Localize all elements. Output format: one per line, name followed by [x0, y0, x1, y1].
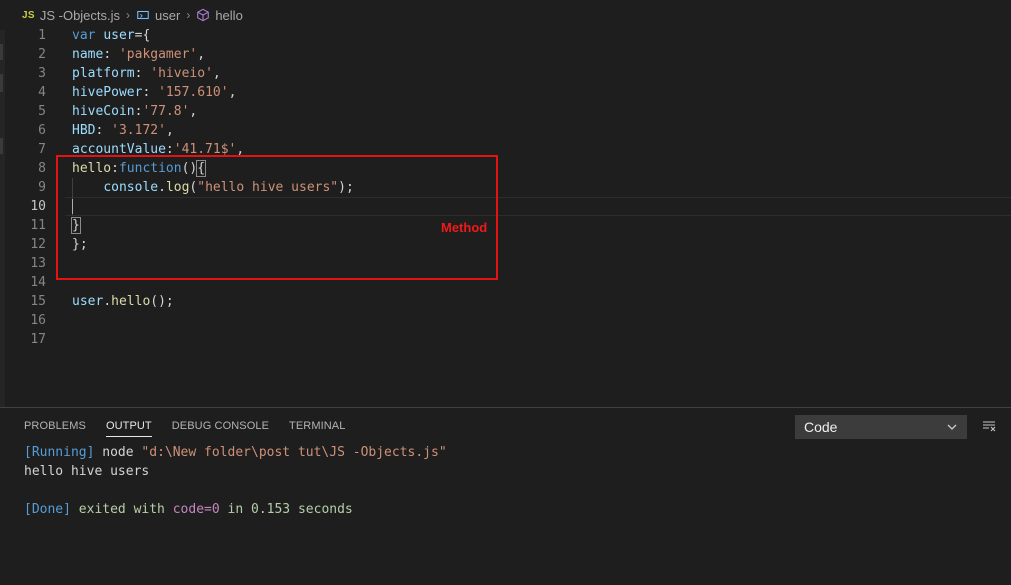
code-text: hivePower: '157.610',	[72, 83, 236, 102]
running-tag: [Running]	[24, 445, 95, 460]
code-text: name: 'pakgamer',	[72, 45, 205, 64]
code-token: '3.172'	[111, 123, 166, 138]
done-time: 0.153	[251, 502, 291, 517]
breadcrumb-file-label: JS -Objects.js	[39, 7, 121, 23]
code-token: ,	[165, 123, 174, 138]
code-text: user.hello();	[72, 292, 174, 311]
line-number: 17	[30, 332, 46, 347]
code-token: '77.8'	[142, 104, 190, 119]
symbol-method-icon	[197, 8, 210, 22]
code-line: 15 user.hello();	[5, 292, 1011, 311]
running-command: node	[94, 445, 142, 460]
line-number: 4	[38, 85, 46, 100]
symbol-variable-icon	[137, 10, 149, 20]
panel-tabs: PROBLEMS OUTPUT DEBUG CONSOLE TERMINAL	[24, 420, 365, 437]
code-token: user	[72, 294, 104, 309]
line-number: 16	[30, 313, 46, 328]
code-token: ();	[150, 294, 174, 309]
line-number: 13	[30, 256, 46, 271]
breadcrumb-object[interactable]: user	[136, 8, 180, 23]
bottom-panel: PROBLEMS OUTPUT DEBUG CONSOLE TERMINAL C…	[0, 407, 1011, 585]
code-token: .	[103, 294, 112, 309]
code-token: :	[103, 47, 119, 62]
tab-debug-console[interactable]: DEBUG CONSOLE	[172, 420, 269, 437]
code-token: :	[142, 85, 159, 100]
done-text-seconds: seconds	[290, 502, 353, 517]
output-result-line: hello hive users	[24, 464, 150, 479]
line-number: 11	[30, 218, 46, 233]
line-number: 3	[38, 66, 46, 81]
done-tag: [Done]	[24, 502, 71, 517]
line-number: 8	[38, 161, 46, 176]
code-token: '157.610'	[158, 85, 229, 100]
line-number: 7	[38, 142, 46, 157]
code-token: 'hiveio'	[150, 66, 213, 81]
code-line: 1 var user={	[5, 26, 1011, 45]
code-text: var user={	[72, 26, 150, 45]
code-token: hello	[111, 294, 151, 309]
line-number: 6	[38, 123, 46, 138]
output-channel-value: Code	[804, 419, 838, 435]
code-token: ,	[197, 47, 206, 62]
line-number: 5	[38, 104, 46, 119]
code-line: 17	[5, 330, 1011, 349]
code-token: name	[72, 47, 104, 62]
code-line: 2 name: 'pakgamer',	[5, 45, 1011, 64]
breadcrumb-object-label: user	[155, 7, 181, 23]
line-number: 9	[38, 180, 46, 195]
code-token: 'pakgamer'	[118, 47, 198, 62]
tab-problems[interactable]: PROBLEMS	[24, 420, 86, 437]
clear-output-icon[interactable]	[982, 420, 996, 432]
line-number: 14	[30, 275, 46, 290]
code-line: 4 hivePower: '157.610',	[5, 83, 1011, 102]
code-token: platform	[72, 66, 135, 81]
line-number: 12	[30, 237, 46, 252]
code-token: hiveCoin	[72, 104, 135, 119]
code-text: platform: 'hiveio',	[72, 64, 221, 83]
output-running-line: [Running] node "d:\New folder\post tut\J…	[24, 443, 447, 462]
code-line: 3 platform: 'hiveio',	[5, 64, 1011, 83]
code-token: :	[134, 66, 151, 81]
code-token: ,	[212, 66, 221, 81]
code-token: ,	[228, 85, 237, 100]
code-token: ,	[189, 104, 198, 119]
line-number: 1	[38, 28, 46, 43]
code-text: HBD: '3.172',	[72, 121, 174, 140]
running-path: "d:\New folder\post tut\JS -Objects.js"	[141, 445, 447, 460]
code-token: hivePower	[72, 85, 143, 100]
code-text: hiveCoin:'77.8',	[72, 102, 197, 121]
code-token: ={	[134, 28, 151, 43]
code-token: :	[95, 123, 112, 138]
code-token: var	[72, 28, 104, 43]
method-highlight-box	[56, 155, 498, 280]
method-annotation-label: Method	[441, 220, 488, 235]
done-text-in: in	[219, 502, 251, 517]
code-line: 6 HBD: '3.172',	[5, 121, 1011, 140]
done-exit-code: code=0	[172, 502, 220, 517]
breadcrumb-file[interactable]: JS JS -Objects.js	[22, 8, 120, 23]
code-line: 16	[5, 311, 1011, 330]
done-text-exited: exited with	[70, 502, 173, 517]
chevron-right-icon: ›	[186, 8, 191, 22]
code-token: user	[103, 28, 135, 43]
code-line: 5 hiveCoin:'77.8',	[5, 102, 1011, 121]
line-number: 2	[38, 47, 46, 62]
tab-terminal[interactable]: TERMINAL	[289, 420, 345, 437]
line-number: 10	[30, 199, 46, 214]
breadcrumb-method-label: hello	[215, 7, 243, 23]
js-file-icon: JS	[22, 9, 35, 21]
tab-output[interactable]: OUTPUT	[105, 420, 152, 437]
code-token: HBD	[72, 123, 96, 138]
output-channel-select[interactable]: Code	[795, 415, 967, 439]
line-number: 15	[30, 294, 46, 309]
breadcrumb-method[interactable]: hello	[196, 7, 243, 23]
chevron-down-icon	[947, 424, 957, 430]
chevron-right-icon: ›	[126, 8, 131, 22]
output-done-line: [Done] exited with code=0 in 0.153 secon…	[24, 500, 353, 519]
